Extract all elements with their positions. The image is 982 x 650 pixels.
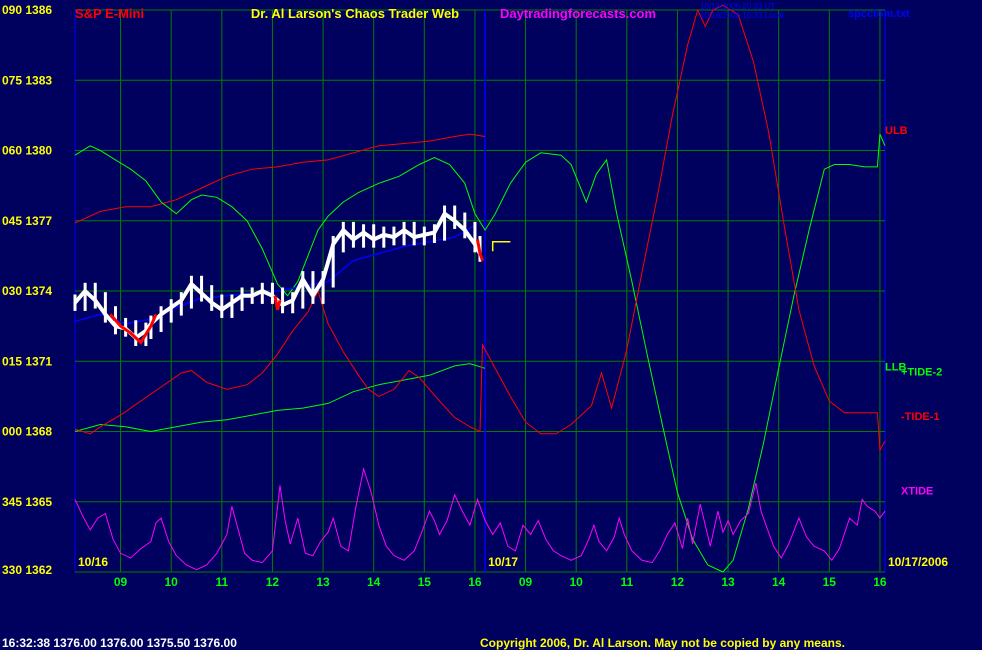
series-label: ULB [885, 125, 908, 137]
x-tick-label: 16 [468, 575, 482, 589]
day-divider-label: 10/16 [78, 555, 108, 569]
copyright-notice: Copyright 2006, Dr. Al Larson. May not b… [480, 636, 845, 650]
x-tick-label: 16 [873, 575, 887, 589]
file-label: spcctom.txt [848, 8, 910, 20]
y-tick-label: 030 1374 [2, 284, 52, 298]
series-label: XTIDE [901, 486, 933, 498]
chart-title: Dr. Al Larson's Chaos Trader Web [251, 6, 459, 21]
y-tick-label: 090 1386 [2, 3, 52, 17]
time-line-ut: 10/16/2006 20:33 UT [700, 2, 775, 11]
y-tick-label: 000 1368 [2, 425, 52, 439]
instrument-label: S&P E-Mini [75, 6, 144, 21]
y-tick-label: 015 1371 [2, 354, 52, 368]
x-tick-label: 14 [367, 575, 381, 589]
x-tick-label: 11 [620, 575, 633, 589]
x-tick-label: 11 [215, 575, 228, 589]
x-tick-label: 15 [418, 575, 432, 589]
y-tick-label: 345 1365 [2, 495, 52, 509]
x-tick-label: 12 [671, 575, 685, 589]
x-tick-label: 09 [114, 575, 128, 589]
y-tick-label: 330 1362 [2, 563, 52, 577]
day-divider-label: 10/17 [488, 555, 518, 569]
chaos-chart: 090 1386 075 1383 060 1380 045 1377 030 1374… [0, 0, 982, 650]
x-tick-label: 09 [519, 575, 533, 589]
x-tick-label: 12 [266, 575, 280, 589]
x-tick-label: 10 [165, 575, 179, 589]
x-tick-label: 10 [570, 575, 584, 589]
y-tick-label: 060 1380 [2, 144, 52, 158]
series-label: -TIDE-1 [901, 411, 940, 423]
x-tick-label: 14 [772, 575, 786, 589]
time-line-local: 10/16/2006 16:33 Local [700, 11, 784, 20]
series-label: +TIDE-2 [901, 366, 942, 378]
y-tick-label: 045 1377 [2, 214, 52, 228]
y-tick-label: 075 1383 [2, 73, 52, 87]
x-tick-label: 13 [316, 575, 330, 589]
x-tick-label: 13 [721, 575, 735, 589]
site-label: Daytradingforecasts.com [500, 6, 656, 21]
quote-readout: 16:32:38 1376.00 1376.00 1375.50 1376.00 [2, 636, 237, 650]
x-tick-label: 15 [823, 575, 837, 589]
day-divider-label: 10/17/2006 [888, 555, 948, 569]
